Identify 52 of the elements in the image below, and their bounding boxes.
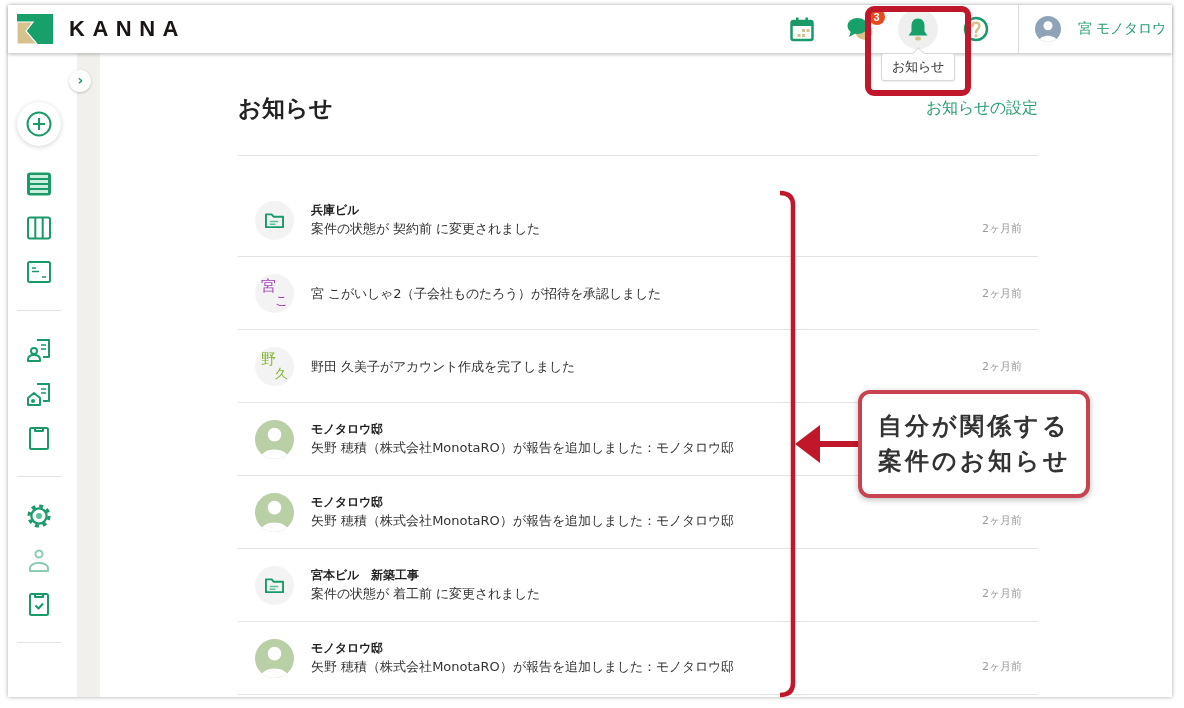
list-icon (26, 171, 52, 197)
notification-time: 2ヶ月前 (982, 221, 1022, 236)
folder-icon (255, 200, 294, 240)
add-button[interactable] (17, 102, 61, 146)
clipboard-icon (26, 425, 52, 451)
logo-text: KANNA (69, 16, 186, 42)
notification-message: 案件の状態が 契約前 に変更されました (311, 220, 541, 238)
tooltip: お知らせ (880, 47, 955, 81)
initial-text: 宮 (261, 278, 275, 294)
notification-message: 矢野 穂積（株式会社MonotaRO）が報告を追加しました：モノタロウ邸 (311, 658, 734, 676)
notification-message: 野田 久美子がアカウント作成を完了しました (311, 357, 576, 376)
initial-text: 野 (261, 351, 275, 367)
notification-time: 2ヶ月前 (982, 358, 1022, 374)
help-icon (961, 15, 990, 43)
notification-message: 矢野 穂積（株式会社MonotaRO）が報告を追加しました：モノタロウ邸 (311, 439, 734, 457)
notification-message: 案件の状態が 着工前 に変更されました (311, 585, 541, 603)
clipboard-check-icon (26, 591, 52, 617)
page-title: お知らせ (238, 94, 333, 123)
avatar-placeholder (255, 638, 294, 678)
folder-icon (255, 565, 294, 605)
notification-message: 矢野 穂積（株式会社MonotaRO）が報告を追加しました：モノタロウ邸 (311, 512, 734, 530)
house-document-icon (26, 381, 52, 407)
notification-title: モノタロウ邸 (311, 421, 383, 438)
settings-icon (26, 503, 52, 529)
notification-time: 2ヶ月前 (982, 285, 1022, 301)
notification-title: モノタロウ邸 (311, 640, 383, 657)
notification-title: モノタロウ邸 (311, 494, 383, 511)
callout: 自分が関係する 案件のお知らせ (858, 390, 1090, 498)
person-icon (26, 547, 52, 573)
avatar-placeholder (255, 419, 294, 459)
chat-bubbles-icon (845, 15, 874, 43)
notification-time: 2ヶ月前 (982, 659, 1022, 674)
notification-title: 兵庫ビル (311, 202, 359, 219)
avatar-placeholder (255, 492, 294, 532)
plus-circle-icon (26, 111, 52, 137)
logo-mark-icon (17, 14, 53, 44)
notification-settings-link[interactable]: お知らせの設定 (926, 93, 1038, 123)
notification-title: 宮本ビル 新築工事 (311, 567, 419, 584)
notifications-button[interactable] (897, 9, 938, 49)
calendar-icon (787, 15, 816, 43)
initial-text: こ (275, 294, 288, 308)
user-menu-button[interactable]: 宮 モノタロウ (1034, 16, 1166, 42)
expand-sidebar-button[interactable]: › (69, 70, 91, 92)
initial-text: 久 (275, 367, 288, 381)
notification-message: 宮 こがいしゃ2（子会社ものたろう）が招待を承認しました (311, 284, 662, 303)
columns-icon (26, 215, 52, 241)
annotation-arrow (795, 424, 859, 464)
notification-time: 2ヶ月前 (982, 513, 1022, 528)
notification-time: 2ヶ月前 (982, 586, 1022, 601)
person-document-icon (26, 337, 52, 363)
card-icon (26, 259, 52, 285)
user-avatar-placeholder (1034, 16, 1061, 42)
